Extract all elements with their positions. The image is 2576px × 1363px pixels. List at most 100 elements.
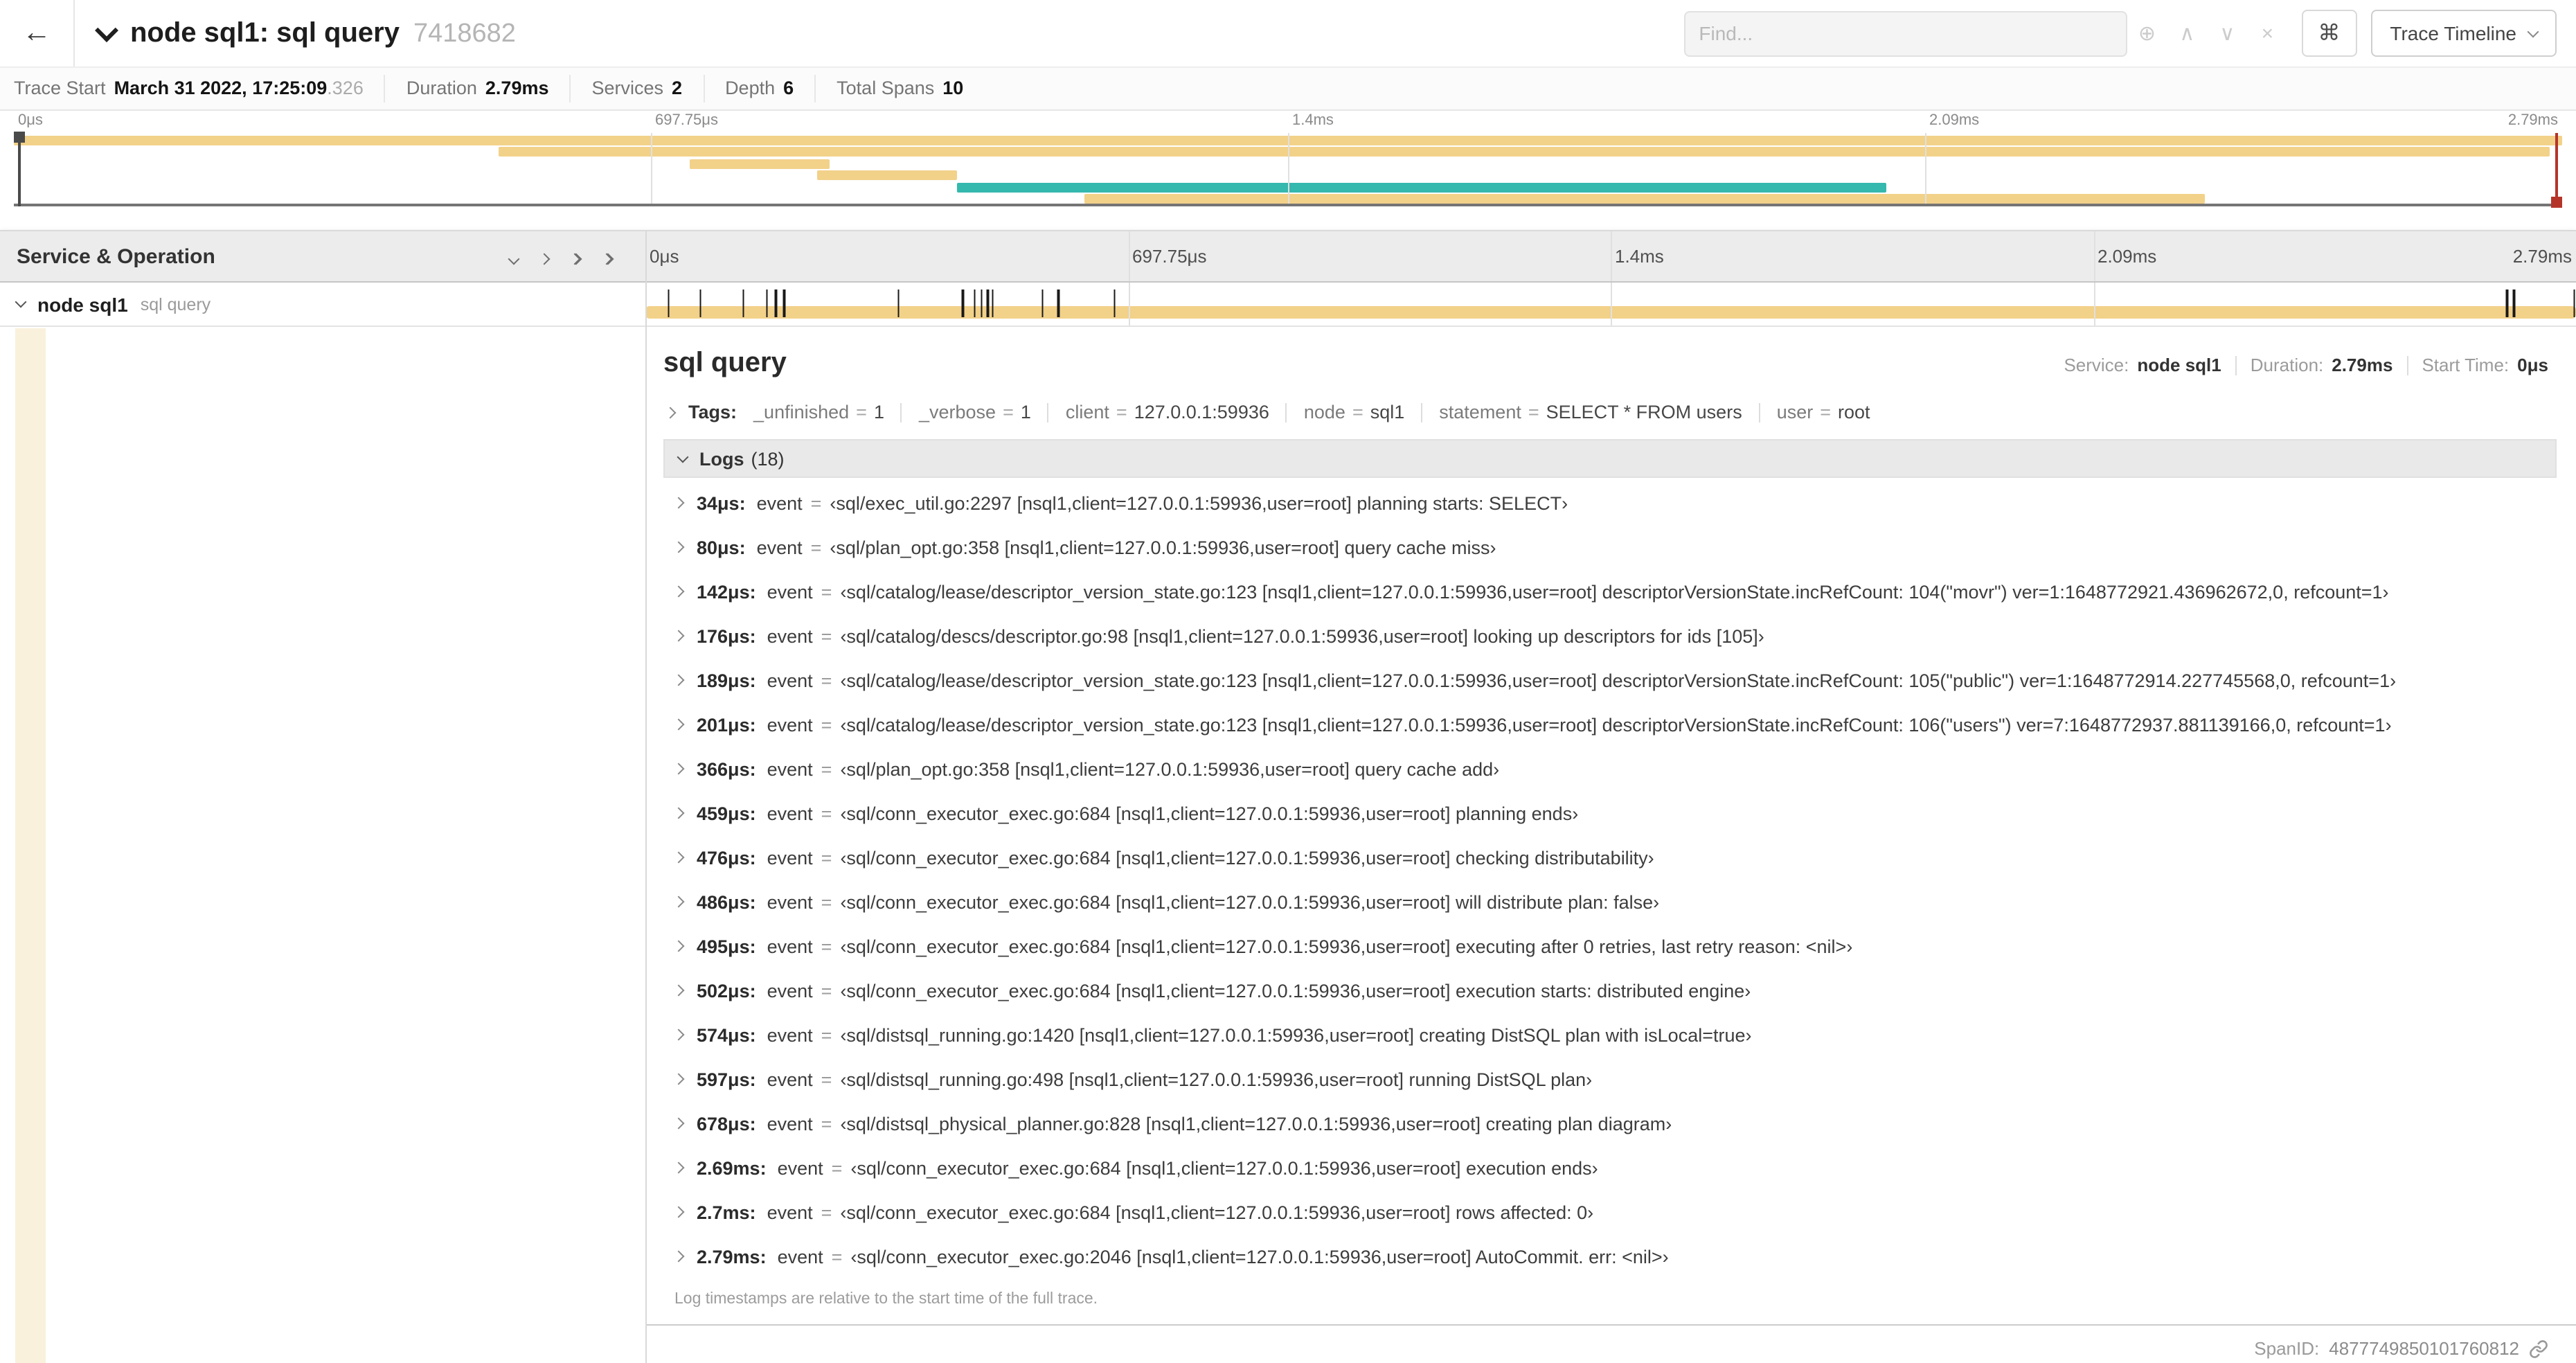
log-row[interactable]: 201μs: event = ‹sql/catalog/lease/descripto… [663, 702, 2557, 747]
log-row[interactable]: 459μs: event = ‹sql/conn_executor_exec.go:6… [663, 791, 2557, 835]
span-id-row: SpanID: 4877749850101760812 [647, 1326, 2576, 1359]
expand-one-button[interactable] [532, 240, 557, 272]
chevron-down-icon [2527, 25, 2539, 37]
span-bar-track[interactable] [645, 283, 2576, 326]
log-row[interactable]: 176μs: event = ‹sql/catalog/descs/descripto… [663, 614, 2557, 658]
log-row[interactable]: 2.7ms: event = ‹sql/conn_executor_exec.go:6… [663, 1190, 2557, 1234]
column-divider[interactable] [645, 230, 647, 1363]
log-field-name: event [767, 1202, 813, 1222]
minimap-scrubber-left[interactable] [13, 132, 25, 206]
summary-item: Depth 6 [704, 75, 816, 103]
ruler-label: 697.75μs [655, 112, 718, 129]
log-row[interactable]: 502μs: event = ‹sql/conn_executor_exec.go:6… [663, 968, 2557, 1013]
trace-minimap: 0μs 697.75μs 1.4ms 2.09ms 2.79ms [13, 111, 2563, 211]
log-row[interactable]: 678μs: event = ‹sql/distsql_physical_planne… [663, 1101, 2557, 1146]
chevron-right-icon [672, 1161, 685, 1174]
log-field-name: event [767, 625, 813, 646]
span-id-label: SpanID: [2254, 1338, 2320, 1359]
log-field-name: event [767, 980, 813, 1001]
logs-header[interactable]: Logs (18) [663, 439, 2557, 478]
equals-sign: = [821, 980, 832, 1001]
ruler-label: 0μs [18, 112, 43, 129]
grid-line [1128, 283, 1129, 326]
grid-line [651, 133, 652, 204]
trace-view-selector[interactable]: Trace Timeline [2370, 10, 2557, 57]
log-row[interactable]: 574μs: event = ‹sql/distsql_running.go:1420… [663, 1013, 2557, 1057]
minimap-scrubber-handle[interactable] [13, 132, 25, 143]
log-timestamp: 486μs: [697, 891, 756, 912]
span-row[interactable]: node sql1 sql query [0, 283, 2576, 327]
log-row[interactable]: 80μs: event = ‹sql/plan_opt.go:358 [nsql1,c… [663, 525, 2557, 569]
minimap-canvas[interactable] [13, 132, 2563, 208]
log-row[interactable]: 476μs: event = ‹sql/conn_executor_exec.go:6… [663, 835, 2557, 880]
log-message: ‹sql/catalog/lease/descriptor_version_st… [840, 670, 2397, 691]
span-detail-region: sql query Service: node sql1 Duration: 2.79… [647, 328, 2576, 1359]
log-timestamp: 2.79ms: [697, 1246, 767, 1267]
log-event-tick [742, 289, 745, 317]
ruler-label: 2.79ms [2507, 112, 2558, 129]
span-indent-guide [15, 328, 46, 1363]
prev-result-button[interactable]: ∧ [2167, 10, 2207, 57]
collapse-one-button[interactable] [501, 240, 526, 272]
equals-sign: = [1116, 402, 1127, 422]
trace-collapse-control[interactable] [95, 19, 118, 46]
log-event-tick [775, 289, 778, 317]
divider [1421, 402, 1423, 422]
divider [2235, 355, 2237, 375]
chevron-right-icon [672, 896, 685, 908]
back-button[interactable]: ← [0, 0, 75, 66]
expand-all-button[interactable] [594, 240, 620, 272]
span-id-value: 4877749850101760812 [2329, 1338, 2519, 1359]
log-row[interactable]: 189μs: event = ‹sql/catalog/lease/descripto… [663, 658, 2557, 702]
ruler-label: 697.75μs [1132, 246, 1207, 267]
ruler-label: 2.09ms [2098, 246, 2157, 267]
clear-search-button[interactable]: × [2247, 10, 2287, 57]
log-event-tick [962, 289, 965, 317]
minimap-scrubber-right[interactable] [2551, 133, 2563, 208]
accordion-controls [501, 240, 620, 272]
equals-sign: = [821, 670, 832, 691]
log-message: ‹sql/distsql_running.go:1420 [nsql1,clie… [840, 1024, 1752, 1045]
minimap-scrubber-handle[interactable] [2551, 197, 2563, 208]
log-row[interactable]: 34μs: event = ‹sql/exec_util.go:2297 [nsql1… [663, 481, 2557, 525]
divider [1047, 402, 1049, 422]
log-timestamp: 502μs: [697, 980, 756, 1001]
equals-sign: = [1352, 402, 1363, 422]
log-row[interactable]: 495μs: event = ‹sql/conn_executor_exec.go:6… [663, 924, 2557, 968]
collapse-all-button[interactable] [562, 240, 589, 272]
log-row[interactable]: 2.69ms: event = ‹sql/conn_executor_exec.go:… [663, 1146, 2557, 1190]
chevron-right-icon [664, 406, 677, 418]
minimap-span-bar [816, 170, 957, 181]
summary-item: Total Spans 10 [816, 75, 984, 103]
view-selector-label: Trace Timeline [2390, 22, 2516, 44]
span-name-column[interactable]: node sql1 sql query [0, 283, 645, 326]
page-header: ← node sql1: sql query 7418682 ⊕ ∧ ∨ × ⌘… [0, 0, 2576, 66]
log-row[interactable]: 366μs: event = ‹sql/plan_opt.go:358 [nsql1,… [663, 747, 2557, 791]
keyboard-shortcuts-button[interactable]: ⌘ [2301, 10, 2357, 57]
log-row[interactable]: 486μs: event = ‹sql/conn_executor_exec.go:6… [663, 880, 2557, 924]
log-message: ‹sql/conn_executor_exec.go:684 [nsql1,cl… [840, 1202, 1594, 1222]
equals-sign: = [1003, 402, 1014, 422]
log-timestamp: 476μs: [697, 847, 756, 868]
log-field-name: event [767, 670, 813, 691]
grid-line [2093, 231, 2095, 281]
next-result-button[interactable]: ∨ [2207, 10, 2247, 57]
ruler-label: 2.09ms [1929, 112, 1980, 129]
log-event-tick [699, 289, 702, 317]
summary-label: Trace Start [14, 78, 106, 98]
log-timestamp: 459μs: [697, 803, 756, 823]
tags-row[interactable]: Tags: _unfinished = 1 _verbose = 1 client = 127.… [663, 402, 2557, 422]
log-field-name: event [767, 847, 813, 868]
link-icon[interactable] [2529, 1339, 2548, 1358]
zoom-plus-button[interactable]: ⊕ [2127, 10, 2167, 57]
find-input[interactable] [1683, 10, 2127, 56]
log-timestamp: 678μs: [697, 1113, 756, 1134]
log-event-tick [783, 289, 786, 317]
log-row[interactable]: 142μs: event = ‹sql/catalog/lease/descripto… [663, 569, 2557, 614]
log-row[interactable]: 597μs: event = ‹sql/distsql_running.go:498 … [663, 1057, 2557, 1101]
summary-label: Depth [725, 78, 776, 98]
chevron-down-icon[interactable] [15, 296, 27, 308]
log-message: ‹sql/exec_util.go:2297 [nsql1,client=127… [830, 492, 1568, 513]
log-row[interactable]: 2.79ms: event = ‹sql/conn_executor_exec.go:… [663, 1234, 2557, 1279]
log-timestamp: 201μs: [697, 714, 756, 735]
